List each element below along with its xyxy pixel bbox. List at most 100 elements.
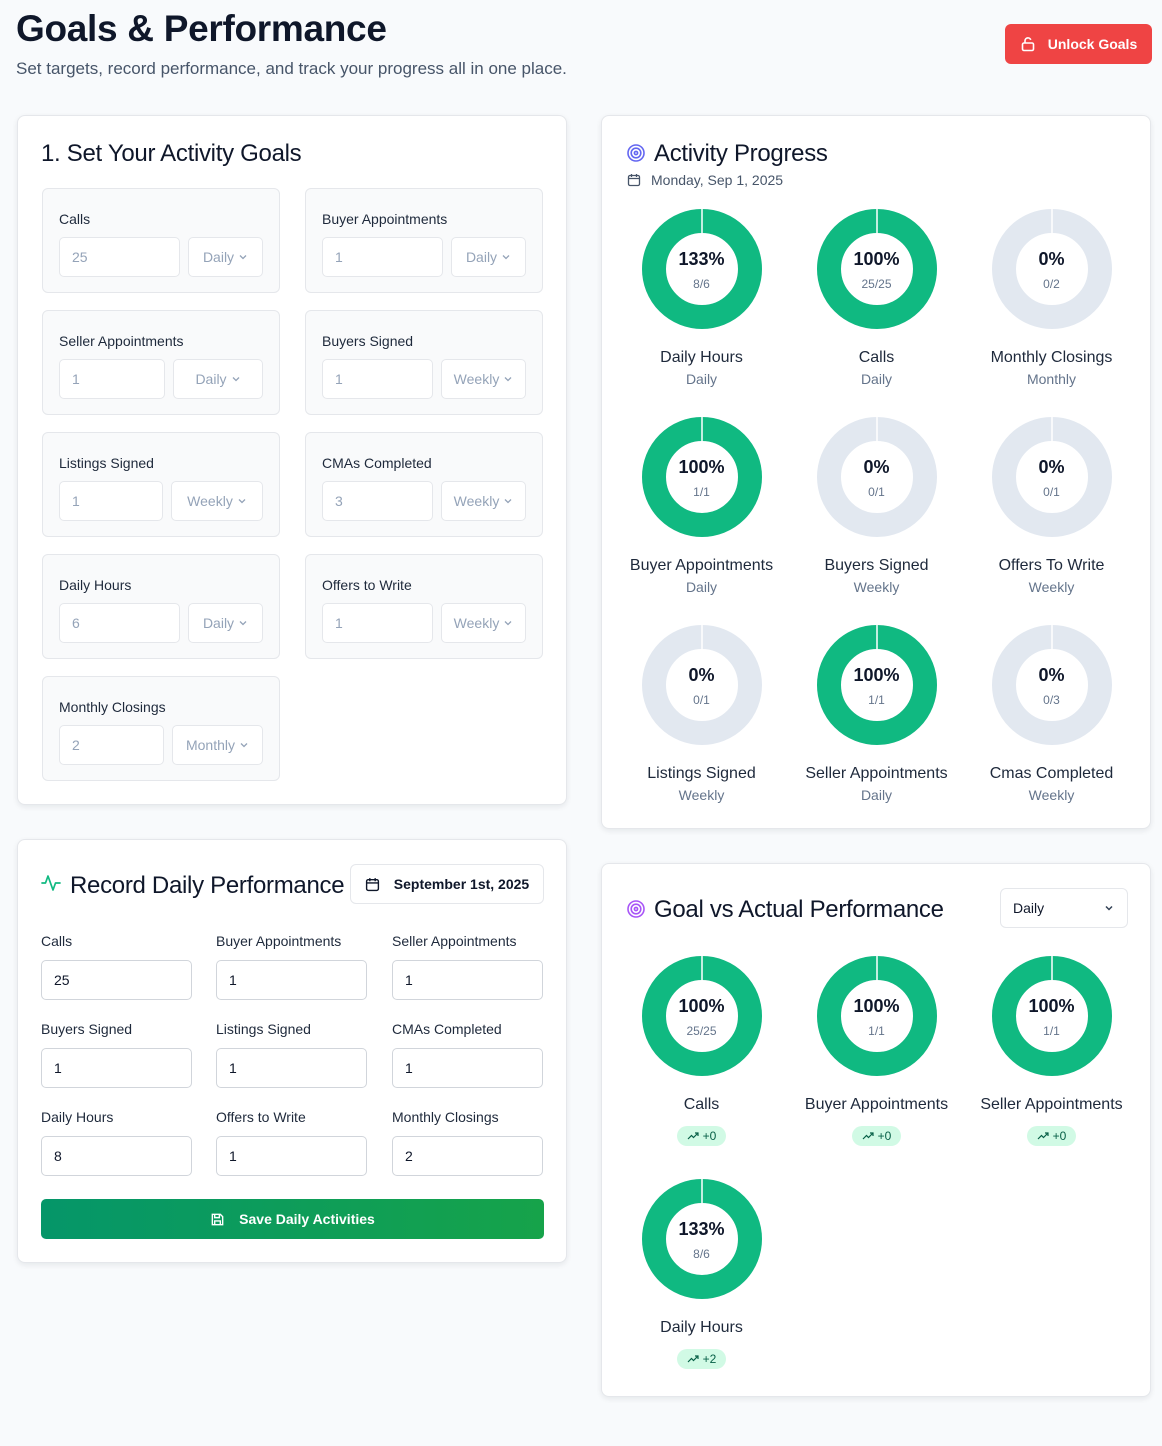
- calendar-icon: [365, 877, 379, 891]
- chevron-down-icon: [504, 621, 512, 626]
- record-field-input[interactable]: 8: [41, 1136, 192, 1176]
- save-icon: [211, 1213, 224, 1225]
- goal-period-select[interactable]: Monthly: [172, 725, 263, 765]
- chevron-down-icon: [240, 743, 248, 748]
- progress-donut: 100% 25/25 Calls Daily: [789, 209, 964, 387]
- goal-period-select[interactable]: Daily: [451, 237, 526, 277]
- record-field-label: Calls: [41, 933, 73, 949]
- donut-name: Calls: [683, 1096, 720, 1113]
- donut-percent: 100%: [853, 996, 900, 1016]
- goal-period-select[interactable]: Weekly: [171, 481, 263, 521]
- goal-tile: Daily Hours 6 Daily: [42, 554, 280, 659]
- period-select[interactable]: Daily: [1000, 888, 1128, 928]
- donut-fraction: 0/1: [868, 485, 885, 499]
- period-select-value: Daily: [1013, 900, 1045, 916]
- goal-label: Daily Hours: [59, 577, 132, 593]
- record-field-input[interactable]: 1: [216, 1136, 367, 1176]
- goal-target-input[interactable]: 6: [59, 603, 180, 643]
- record-field: Daily Hours 8: [41, 1109, 192, 1176]
- goal-target-input[interactable]: 3: [322, 481, 433, 521]
- goal-target-input[interactable]: 1: [322, 359, 433, 399]
- activity-pulse-icon: [41, 875, 61, 891]
- delta-value: +0: [702, 1129, 717, 1143]
- record-field: Calls 25: [41, 933, 192, 1000]
- unlock-goals-button[interactable]: Unlock Goals: [1005, 24, 1152, 64]
- unlock-goals-label: Unlock Goals: [1047, 36, 1138, 52]
- donut-name: Seller Appointments: [805, 765, 948, 782]
- chevron-down-icon: [232, 377, 240, 382]
- donut-percent: 0%: [863, 457, 890, 477]
- goal-label: Monthly Closings: [59, 699, 166, 715]
- record-field-input[interactable]: 1: [41, 1048, 192, 1088]
- goal-target-input[interactable]: 2: [59, 725, 164, 765]
- goal-period-select[interactable]: Weekly: [441, 359, 526, 399]
- record-field-label: Buyers Signed: [41, 1021, 133, 1037]
- record-field-input[interactable]: 1: [216, 960, 367, 1000]
- record-field: CMAs Completed 1: [392, 1021, 543, 1088]
- activity-progress-title: Activity Progress: [654, 140, 828, 167]
- delta-badge: +0: [676, 1126, 727, 1146]
- progress-date: Monday, Sep 1, 2025: [627, 172, 783, 188]
- donut-fraction: 0/1: [693, 693, 710, 707]
- record-field-input[interactable]: 1: [392, 960, 543, 1000]
- page-subtitle: Set targets, record performance, and tra…: [16, 59, 567, 78]
- delta-badge: +2: [676, 1349, 727, 1369]
- donut-name: Offers To Write: [998, 557, 1105, 574]
- record-date-picker[interactable]: September 1st, 2025: [350, 864, 544, 904]
- donut-chart: 100% 1/1: [641, 417, 762, 537]
- set-goals-card: 1. Set Your Activity Goals Calls 25 Daily B…: [17, 115, 567, 805]
- progress-donut: 133% 8/6 Daily Hours Daily: [614, 209, 789, 387]
- goal-target-input[interactable]: 1: [59, 481, 163, 521]
- goal-period-value: Weekly: [453, 493, 500, 509]
- delta-badge: +0: [851, 1126, 902, 1146]
- goal-period-select[interactable]: Daily: [188, 237, 263, 277]
- chevron-down-icon: [504, 377, 512, 382]
- trend-up-icon: [687, 1132, 699, 1140]
- donut-chart: 100% 1/1: [991, 956, 1112, 1076]
- chevron-down-icon: [238, 499, 246, 504]
- goal-period-select[interactable]: Weekly: [441, 481, 526, 521]
- goal-tile: Buyer Appointments 1 Daily: [305, 188, 543, 293]
- donut-chart: 133% 8/6: [641, 1179, 762, 1299]
- goal-label: CMAs Completed: [322, 455, 432, 471]
- record-field-input[interactable]: 1: [392, 1048, 543, 1088]
- page-title: Goals & Performance: [16, 8, 387, 49]
- donut-chart: 100% 25/25: [816, 209, 937, 329]
- delta-value: +0: [1052, 1129, 1067, 1143]
- record-field-label: Listings Signed: [216, 1021, 311, 1037]
- donut-chart: 100% 1/1: [816, 625, 937, 745]
- donut-chart: 100% 1/1: [816, 956, 937, 1076]
- record-field: Listings Signed 1: [216, 1021, 367, 1088]
- donut-period: Weekly: [853, 579, 900, 595]
- target-icon: [627, 144, 645, 162]
- donut-name: Buyer Appointments: [804, 1096, 949, 1113]
- goal-period-select[interactable]: Weekly: [441, 603, 526, 643]
- goal-target-input[interactable]: 1: [322, 237, 443, 277]
- record-field: Buyer Appointments 1: [216, 933, 367, 1000]
- goal-tile: Buyers Signed 1 Weekly: [305, 310, 543, 415]
- goal-label: Offers to Write: [322, 577, 412, 593]
- goal-period-select[interactable]: Daily: [173, 359, 263, 399]
- record-field-label: Seller Appointments: [392, 933, 517, 949]
- record-field-input[interactable]: 25: [41, 960, 192, 1000]
- donut-percent: 100%: [853, 665, 900, 685]
- goal-target-input[interactable]: 1: [59, 359, 165, 399]
- donut-fraction: 0/1: [1043, 485, 1060, 499]
- donut-period: Daily: [860, 787, 893, 803]
- goal-period-value: Daily: [202, 249, 235, 265]
- goal-period-value: Daily: [195, 371, 227, 387]
- record-date-label: September 1st, 2025: [393, 876, 530, 892]
- goal-target-input[interactable]: 25: [59, 237, 180, 277]
- donut-name: Calls: [858, 349, 895, 366]
- progress-donut: 0% 0/2 Monthly Closings Monthly: [964, 209, 1139, 387]
- goal-period-value: Weekly: [453, 371, 500, 387]
- donut-chart: 0% 0/1: [641, 625, 762, 745]
- donut-fraction: 1/1: [1043, 1024, 1060, 1038]
- goal-target-input[interactable]: 1: [322, 603, 433, 643]
- save-daily-activities-button[interactable]: Save Daily Activities: [41, 1199, 544, 1239]
- record-field: Seller Appointments 1: [392, 933, 543, 1000]
- goal-period-select[interactable]: Daily: [188, 603, 263, 643]
- record-field-input[interactable]: 2: [392, 1136, 543, 1176]
- donut-percent: 0%: [1038, 665, 1065, 685]
- record-field-input[interactable]: 1: [216, 1048, 367, 1088]
